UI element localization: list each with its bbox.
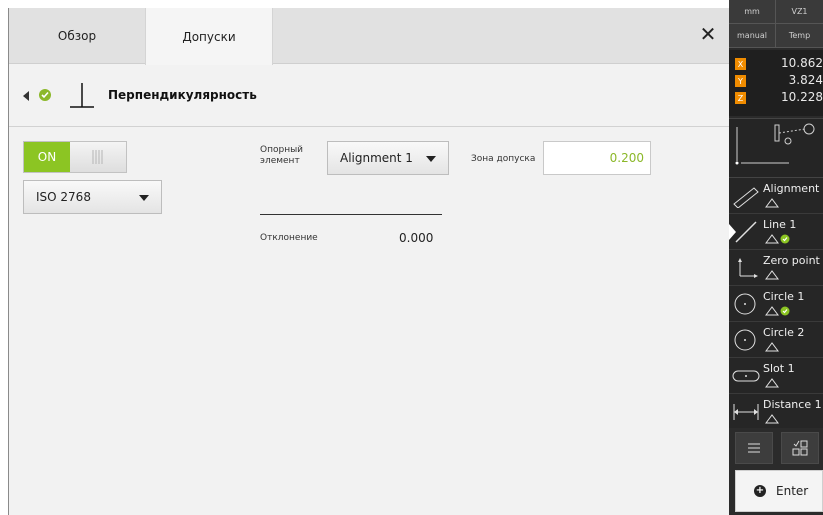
reference-dropdown[interactable]: Alignment 1 [327, 141, 449, 175]
tolerance-zone-input[interactable]: 0.200 [543, 141, 651, 175]
deviation-label: Отклонение [260, 233, 318, 243]
construction-icon [765, 270, 779, 280]
units-block: mm VZ1 manual Temp [729, 0, 823, 48]
position-display: X 10.862 Y 3.824 Z 10.228 [729, 50, 823, 116]
chevron-down-icon [426, 156, 436, 162]
feature-name: Zero point 1 [763, 254, 823, 267]
on-off-toggle[interactable]: ON [23, 141, 127, 173]
distance-icon [733, 404, 759, 420]
chevron-down-icon [139, 195, 149, 201]
feature-item-alignment-1[interactable]: Alignment 1 [729, 178, 823, 214]
feature-select-button[interactable] [781, 432, 819, 464]
construction-icon [765, 378, 779, 388]
zero-point-icon [738, 258, 758, 278]
temp-label[interactable]: Temp [776, 24, 823, 48]
toggle-grip-icon [70, 142, 126, 172]
axis-z-value: 10.228 [781, 90, 823, 104]
close-icon[interactable]: ✕ [696, 22, 720, 46]
enter-button[interactable]: + Enter [735, 470, 823, 512]
axis-y-value: 3.824 [788, 73, 823, 87]
circle-icon [734, 293, 756, 315]
divider [260, 214, 442, 215]
temp-sensor[interactable]: VZ1 [776, 0, 823, 24]
axis-row-x: X 10.862 [729, 56, 823, 72]
menu-button[interactable] [735, 432, 773, 464]
feature-item-slot-1[interactable]: Slot 1 [729, 358, 823, 394]
feature-name: Slot 1 [763, 362, 795, 375]
feature-name: Distance 1 [763, 398, 822, 411]
preview-graphic-icon [735, 123, 815, 165]
page-title: Перпендикулярность [108, 88, 257, 102]
unit-length[interactable]: mm [729, 0, 776, 24]
alignment-icon [733, 187, 759, 208]
main-panel: Обзор Допуски ✕ Перпендикулярность ON IS… [8, 8, 730, 515]
feature-preview [729, 118, 823, 178]
feature-item-line-1[interactable]: Line 1 [729, 214, 823, 250]
construction-icon [765, 342, 779, 352]
panel-button-row [729, 428, 823, 468]
enter-label: Enter [776, 484, 809, 498]
axis-x-value: 10.862 [781, 56, 823, 70]
axis-x-tag: X [735, 58, 746, 70]
feature-name: Line 1 [763, 218, 797, 231]
construction-icon [765, 198, 779, 208]
reference-value: Alignment 1 [340, 151, 413, 165]
feature-name: Circle 1 [763, 290, 805, 303]
inspector-panel: mm VZ1 manual Temp X 10.862 Y 3.824 Z 10… [729, 0, 823, 515]
check-icon [39, 89, 51, 101]
construction-icon [765, 414, 779, 424]
axis-z-tag: Z [735, 92, 746, 104]
feature-item-distance-1[interactable]: Distance 1 [729, 394, 823, 430]
tab-tolerances[interactable]: Допуски [145, 8, 273, 65]
menu-icon [748, 443, 760, 453]
mode[interactable]: manual [729, 24, 776, 48]
back-arrow-icon[interactable] [21, 90, 31, 102]
standard-value: ISO 2768 [36, 190, 91, 204]
line-icon [735, 221, 757, 243]
axis-row-z: Z 10.228 [729, 90, 823, 106]
feature-name: Circle 2 [763, 326, 805, 339]
toggle-on-label: ON [24, 142, 70, 172]
tab-bar: Обзор Допуски ✕ [9, 8, 730, 65]
feature-item-circle-2[interactable]: Circle 2 [729, 322, 823, 358]
active-feature-pointer-icon [729, 224, 736, 240]
construction-check-icon [765, 306, 790, 316]
perpendicularity-icon [70, 83, 94, 108]
feature-item-circle-1[interactable]: Circle 1 [729, 286, 823, 322]
select-features-icon [792, 440, 808, 456]
construction-check-icon [765, 234, 790, 244]
feature-item-zero-point-1[interactable]: Zero point 1 [729, 250, 823, 286]
reference-label: Опорный элемент [260, 145, 304, 166]
axis-y-tag: Y [735, 75, 746, 87]
plus-icon: + [754, 485, 766, 497]
tab-overview[interactable]: Обзор [13, 8, 141, 64]
feature-name: Alignment 1 [763, 182, 823, 195]
tolerance-header: Перпендикулярность [9, 65, 730, 127]
tolerance-zone-label: Зона допуска [471, 154, 536, 164]
slot-icon [732, 370, 760, 382]
deviation-value: 0.000 [399, 231, 434, 245]
standard-dropdown[interactable]: ISO 2768 [23, 180, 162, 214]
circle-icon [734, 329, 756, 351]
axis-row-y: Y 3.824 [729, 73, 823, 89]
